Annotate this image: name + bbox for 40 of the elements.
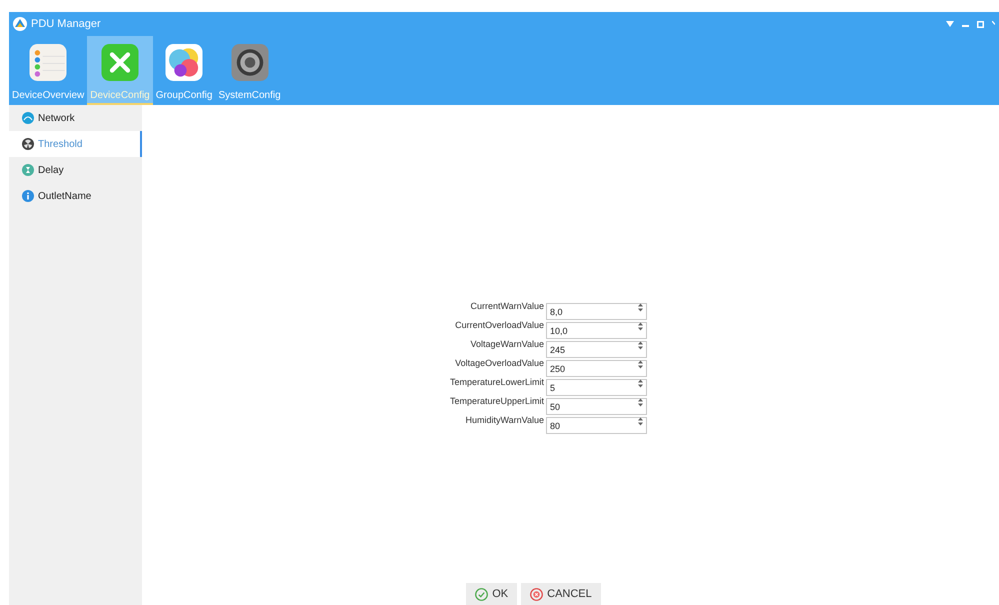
field-label: VoltageWarnValue [469, 338, 544, 352]
sidebar-item[interactable]: Delay [9, 157, 142, 183]
spin-arrows-icon[interactable] [638, 416, 644, 426]
field-label: TemperatureLowerLimit [450, 376, 544, 390]
ok-button[interactable]: OK [466, 583, 518, 605]
radiation-icon [22, 138, 34, 150]
spin-arrows-icon[interactable] [638, 378, 644, 388]
field-label: VoltageOverloadValue [454, 357, 544, 370]
window-title: PDU Manager [31, 16, 101, 32]
field-label: CurrentOverloadValue [454, 319, 544, 332]
gear-icon [228, 44, 271, 81]
field-label: HumidityWarnValue [464, 414, 544, 428]
spin-box[interactable]: 8,0 [546, 303, 648, 320]
field-label: CurrentWarnValue [469, 300, 544, 314]
spin-arrows-icon[interactable] [638, 322, 644, 330]
check-icon [475, 588, 488, 600]
spin-box[interactable]: 80 [546, 417, 648, 434]
sidebar-item[interactable]: OutletName [9, 183, 142, 209]
cancel-icon [530, 588, 544, 600]
spin-box[interactable]: 50 [546, 398, 648, 415]
circles-icon [163, 44, 206, 81]
tools-icon [98, 44, 141, 81]
spin-arrows-icon[interactable] [638, 302, 644, 312]
sidebar-item[interactable]: Network [9, 105, 142, 131]
spin-box[interactable]: 245 [546, 341, 648, 358]
spin-arrows-icon[interactable] [638, 398, 644, 406]
info-icon [22, 190, 34, 202]
spin-arrows-icon[interactable] [638, 360, 644, 368]
maximize-icon[interactable] [977, 20, 984, 28]
field-label: TemperatureUpperLimit [450, 395, 544, 408]
hourglass-icon [22, 164, 34, 176]
spin-box[interactable]: 5 [546, 379, 648, 396]
globe-icon [22, 112, 34, 124]
app-logo-icon [13, 17, 27, 31]
spin-box[interactable]: 10,0 [546, 322, 648, 339]
spin-box[interactable]: 250 [546, 360, 648, 377]
dropdown-icon[interactable] [946, 21, 954, 27]
spin-arrows-icon[interactable] [638, 340, 644, 350]
cancel-button[interactable]: CANCEL [521, 583, 601, 605]
list-icon [27, 44, 70, 81]
